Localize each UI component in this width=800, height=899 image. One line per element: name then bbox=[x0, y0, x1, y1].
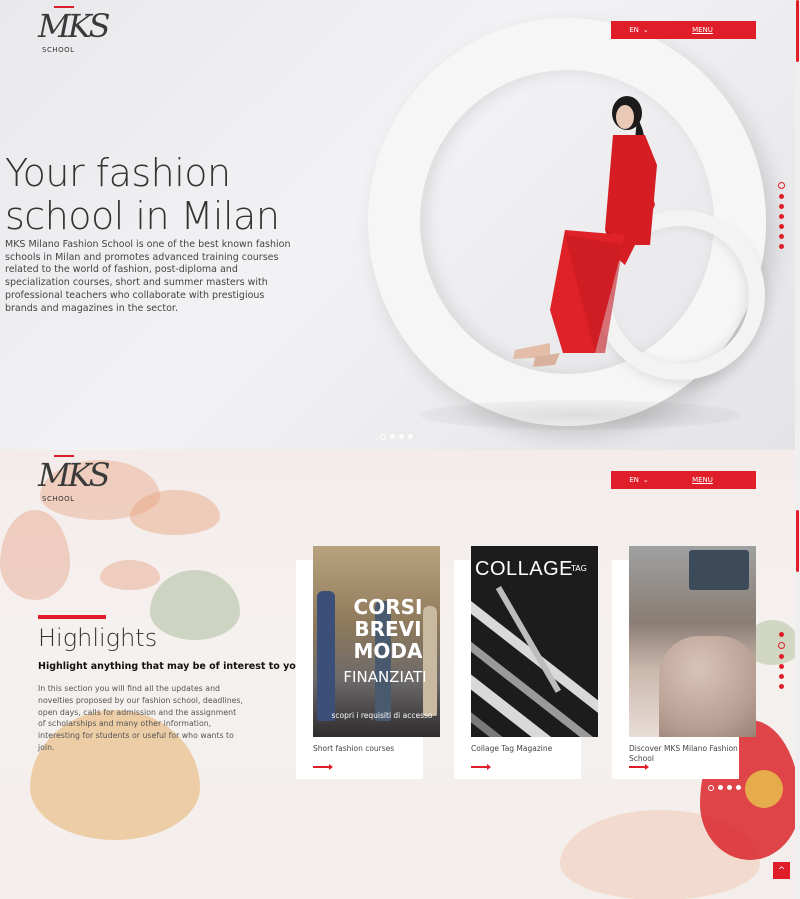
dress-shape bbox=[659, 636, 756, 737]
card-caption: Discover MKS Milano Fashion School bbox=[629, 744, 738, 763]
arrow-right-icon bbox=[313, 764, 333, 770]
flower-decoration bbox=[0, 510, 70, 600]
back-to-top-button[interactable]: ^ bbox=[773, 862, 790, 879]
menu-button[interactable]: MENU bbox=[667, 26, 756, 34]
language-label: EN bbox=[629, 26, 639, 34]
logo[interactable]: MKS SCHOOL bbox=[36, 6, 111, 58]
hero-section: MKS SCHOOL EN ⌄ MENU Your fashion school… bbox=[0, 0, 795, 450]
collage-tag-image: COLLAGE TAG bbox=[471, 546, 598, 737]
top-nav-bar: EN ⌄ MENU bbox=[611, 471, 756, 489]
hero-model-image bbox=[513, 96, 657, 367]
hero-description: MKS Milano Fashion School is one of the … bbox=[5, 239, 291, 314]
section-dot[interactable] bbox=[779, 224, 784, 229]
corsi-line1: CORSI bbox=[353, 595, 423, 619]
arrow-right-icon bbox=[629, 764, 649, 770]
slider-dot[interactable] bbox=[718, 785, 723, 790]
corsi-line3: MODA bbox=[353, 639, 423, 663]
highlight-card-collage-tag[interactable]: COLLAGE TAG Collage Tag Magazine bbox=[454, 546, 598, 779]
section-nav-dots bbox=[778, 182, 785, 249]
section-dot[interactable] bbox=[779, 664, 784, 669]
flower-decoration bbox=[130, 490, 220, 535]
section-dot[interactable] bbox=[779, 632, 784, 637]
flower-center-decoration bbox=[745, 770, 783, 808]
hero-title-line2: school in Milan bbox=[5, 194, 280, 238]
section-dot[interactable] bbox=[779, 194, 784, 199]
section-dot[interactable] bbox=[779, 684, 784, 689]
scrollbar-thumb[interactable] bbox=[796, 510, 799, 572]
card-caption: Collage Tag Magazine bbox=[471, 744, 553, 753]
slider-dot[interactable] bbox=[390, 434, 395, 439]
slider-dot[interactable] bbox=[380, 434, 386, 440]
highlights-title: Highlights bbox=[38, 624, 158, 652]
laptop-shape bbox=[689, 550, 749, 590]
card-caption: Short fashion courses bbox=[313, 744, 395, 753]
highlight-card-short-courses[interactable]: CORSI BREVI MODA FINANZIATI scopri i req… bbox=[296, 546, 440, 779]
logo-school-text: SCHOOL bbox=[42, 495, 75, 503]
corsi-requisiti-link: scopri i requisiti di accesso bbox=[331, 711, 433, 720]
person-figure bbox=[317, 591, 335, 721]
section-dot[interactable] bbox=[779, 654, 784, 659]
hero-floor-shadow bbox=[420, 400, 740, 430]
chevron-down-icon: ⌄ bbox=[642, 476, 649, 484]
slider-dot[interactable] bbox=[736, 785, 741, 790]
slider-dot[interactable] bbox=[708, 785, 714, 791]
logo-mark: MKS bbox=[38, 7, 111, 45]
chevron-up-icon: ^ bbox=[777, 865, 786, 876]
hero-slider-dots bbox=[380, 434, 413, 440]
section-dot[interactable] bbox=[779, 674, 784, 679]
corsi-line2: BREVI bbox=[354, 617, 422, 641]
scrollbar-thumb[interactable] bbox=[796, 0, 799, 62]
language-selector[interactable]: EN ⌄ bbox=[611, 26, 667, 34]
cards-slider-dots bbox=[708, 785, 741, 791]
chevron-down-icon: ⌄ bbox=[642, 26, 649, 34]
section-dot[interactable] bbox=[779, 214, 784, 219]
section-dot[interactable] bbox=[779, 234, 784, 239]
highlight-card-discover[interactable]: Discover MKS Milano Fashion School bbox=[612, 546, 756, 779]
leaf-decoration bbox=[150, 570, 240, 640]
collage-tag-label: TAG bbox=[571, 564, 587, 573]
logo-school-text: SCHOOL bbox=[42, 46, 75, 54]
corsi-headline: CORSI BREVI MODA bbox=[338, 596, 438, 662]
language-label: EN bbox=[629, 476, 639, 484]
highlights-description: In this section you will find all the up… bbox=[38, 684, 243, 752]
highlights-section: MKS SCHOOL EN ⌄ MENU Highlights Highligh… bbox=[0, 450, 795, 899]
logo[interactable]: MKS SCHOOL bbox=[36, 455, 111, 507]
highlights-accent-bar bbox=[38, 615, 106, 619]
hero-title-line1: Your fashion bbox=[5, 151, 231, 195]
slider-dot[interactable] bbox=[727, 785, 732, 790]
scrollbar-top[interactable] bbox=[795, 0, 800, 450]
stair-stripe bbox=[471, 626, 598, 737]
menu-button[interactable]: MENU bbox=[667, 476, 756, 484]
language-selector[interactable]: EN ⌄ bbox=[611, 476, 667, 484]
flower-decoration bbox=[100, 560, 160, 590]
section-dot[interactable] bbox=[778, 182, 785, 189]
section-dot[interactable] bbox=[779, 204, 784, 209]
logo-mark: MKS bbox=[38, 456, 111, 494]
top-nav-bar: EN ⌄ MENU bbox=[611, 21, 756, 39]
short-courses-image: CORSI BREVI MODA FINANZIATI scopri i req… bbox=[313, 546, 440, 737]
section-dot[interactable] bbox=[778, 642, 785, 649]
arrow-right-icon bbox=[471, 764, 491, 770]
highlights-subtitle: Highlight anything that may be of intere… bbox=[38, 661, 303, 672]
corsi-finanziati: FINANZIATI bbox=[343, 668, 427, 686]
hero-title: Your fashion school in Milan bbox=[5, 151, 280, 238]
collage-title: COLLAGE bbox=[475, 558, 573, 580]
section-nav-dots bbox=[778, 632, 785, 689]
slider-dot[interactable] bbox=[399, 434, 404, 439]
scrollbar-bottom[interactable] bbox=[795, 450, 800, 899]
discover-school-image bbox=[629, 546, 756, 737]
section-dot[interactable] bbox=[779, 244, 784, 249]
slider-dot[interactable] bbox=[408, 434, 413, 439]
